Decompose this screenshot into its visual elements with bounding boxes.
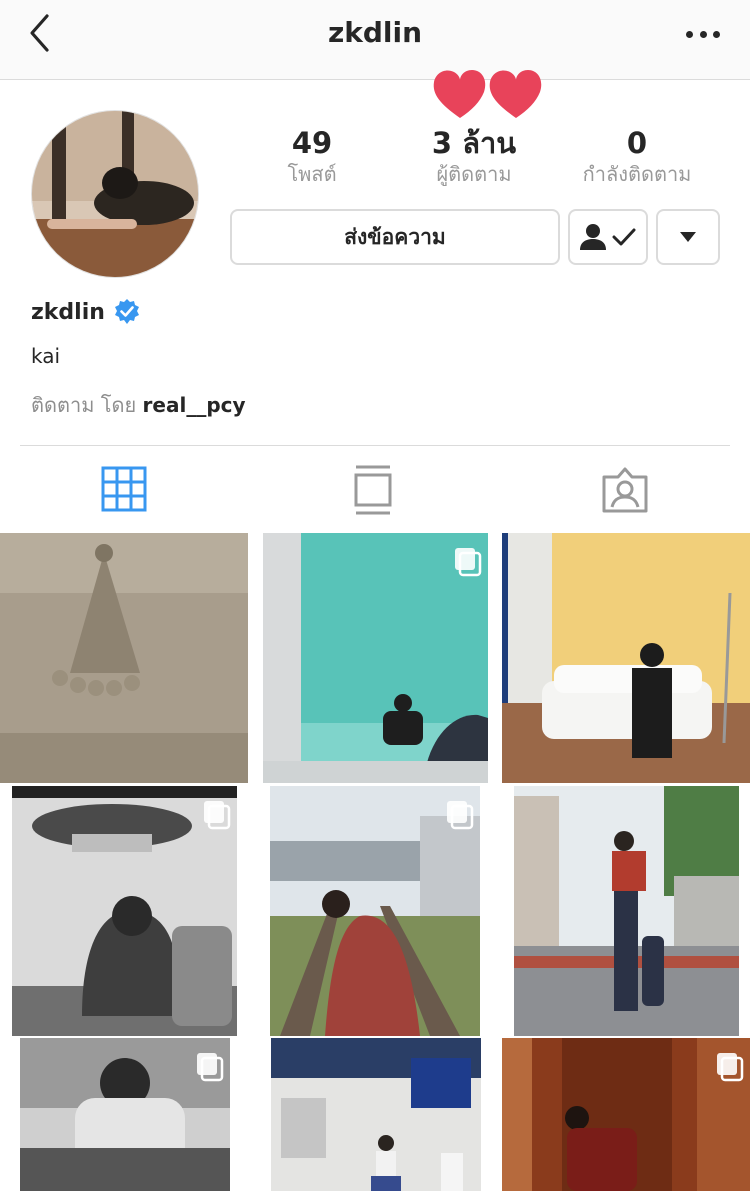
- person-check-icon: [580, 224, 636, 250]
- followers-count: 3 ล้าน: [431, 126, 517, 160]
- message-button[interactable]: ส่งข้อความ: [230, 209, 560, 265]
- grid-post[interactable]: [270, 786, 480, 1036]
- posts-stat: 49 โพสต์: [262, 124, 362, 186]
- more-horizontal-icon[interactable]: [686, 31, 720, 41]
- avatar[interactable]: [31, 110, 199, 278]
- grid-icon: [101, 466, 147, 512]
- following-stat[interactable]: 0 กำลังติดตาม: [572, 124, 702, 186]
- username-text: zkdlin: [31, 299, 105, 325]
- followed-by-user[interactable]: real__pcy: [143, 393, 246, 417]
- grid-post[interactable]: [502, 533, 750, 783]
- feed-icon: [354, 465, 392, 515]
- tab-feed[interactable]: [352, 465, 400, 515]
- following-button[interactable]: [568, 209, 648, 265]
- posts-count: 49: [291, 126, 333, 160]
- top-navigation-bar: zkdlin: [0, 0, 750, 80]
- posts-label: โพสต์: [287, 162, 337, 186]
- divider: [20, 445, 730, 446]
- multiple-posts-icon: [455, 548, 482, 577]
- following-label: กำลังติดตาม: [582, 162, 692, 186]
- following-count: 0: [626, 126, 648, 160]
- grid-post[interactable]: [514, 786, 739, 1036]
- grid-post[interactable]: [263, 533, 488, 783]
- tagged-icon: [602, 467, 648, 513]
- multiple-posts-icon: [717, 1053, 744, 1082]
- verified-badge-icon: [114, 299, 139, 324]
- multiple-posts-icon: [204, 801, 231, 830]
- grid-post[interactable]: [502, 1038, 750, 1191]
- profile-username: zkdlin: [31, 298, 141, 326]
- grid-post[interactable]: [20, 1038, 230, 1191]
- profile-bio: kai: [31, 344, 61, 368]
- tab-grid[interactable]: [100, 465, 148, 515]
- photo-grid: [0, 533, 750, 1191]
- followers-stat[interactable]: 3 ล้าน ผู้ติดตาม: [414, 124, 534, 186]
- followed-by-prefix: ติดตาม โดย: [31, 393, 137, 417]
- grid-post[interactable]: [0, 533, 248, 783]
- suggestions-dropdown-button[interactable]: [656, 209, 720, 265]
- multiple-posts-icon: [197, 1053, 224, 1082]
- grid-post[interactable]: [271, 1038, 481, 1191]
- multiple-posts-icon: [447, 801, 474, 830]
- followed-by-text[interactable]: ติดตาม โดย real__pcy: [31, 389, 246, 421]
- tab-tagged[interactable]: [600, 465, 648, 515]
- hearts-sticker: [430, 66, 548, 122]
- grid-post[interactable]: [12, 786, 237, 1036]
- caret-down-icon: [680, 232, 696, 242]
- page-title: zkdlin: [327, 16, 423, 49]
- followers-label: ผู้ติดตาม: [436, 162, 512, 186]
